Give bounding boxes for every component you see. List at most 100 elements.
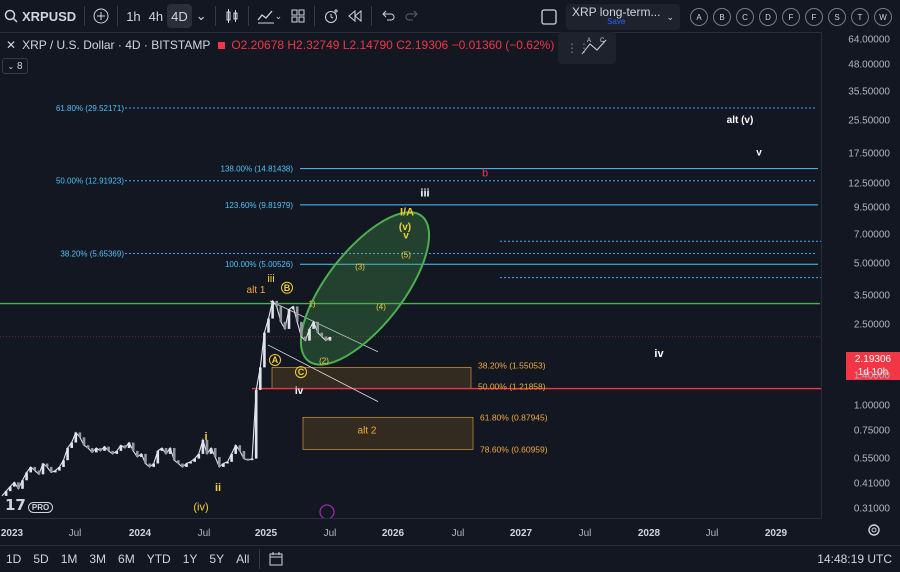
wave-label: ii xyxy=(215,482,221,494)
utc-clock[interactable]: 14:48:19 UTC xyxy=(817,552,892,566)
wave-label: v xyxy=(756,148,762,159)
templates-icon[interactable] xyxy=(286,4,310,28)
candle xyxy=(152,463,155,467)
time-tick: 2029 xyxy=(764,528,788,539)
indicators-icon[interactable]: ⌄ xyxy=(253,4,287,28)
chevron-down-icon[interactable]: ⌄ xyxy=(192,4,211,28)
fib-label: 61.80% (29.52171) xyxy=(56,104,124,113)
fib-label: 138.00% (14.81438) xyxy=(221,165,294,174)
add-symbol-icon[interactable] xyxy=(89,4,113,28)
range-button-3m[interactable]: 3M xyxy=(83,552,112,566)
candle xyxy=(300,321,303,337)
candle xyxy=(222,463,225,467)
letter-button-3[interactable]: D xyxy=(759,8,777,26)
wave-label: alt 2 xyxy=(358,426,377,437)
range-button-1d[interactable]: 1D xyxy=(0,552,27,566)
candle xyxy=(29,466,32,473)
wave-label: (iv) xyxy=(193,501,208,513)
candle xyxy=(21,480,24,489)
price-chart[interactable]: ⋮⋮ A C 61.80% (29.52171) 138.00% (14.8143… xyxy=(0,32,822,518)
letter-button-4[interactable]: F xyxy=(782,8,800,26)
tradingview-logo: 𝟭𝟳 PRO xyxy=(5,496,54,514)
candle xyxy=(86,445,90,449)
candle xyxy=(230,453,233,462)
interval-4h[interactable]: 4h xyxy=(145,4,167,28)
candle xyxy=(226,461,229,464)
interval-1h[interactable]: 1h xyxy=(122,4,144,28)
letter-button-7[interactable]: T xyxy=(851,8,869,26)
letter-button-6[interactable]: S xyxy=(828,8,846,26)
price-tick: 5.00000 xyxy=(853,258,890,270)
candle xyxy=(140,453,143,457)
divider xyxy=(371,6,373,26)
candle xyxy=(263,332,266,368)
top-toolbar: XRPUSD 1h 4h 4D ⌄ ⌄ XRP long-term... Sav… xyxy=(0,0,900,33)
time-tick: 2024 xyxy=(128,528,152,539)
time-tick: 2023 xyxy=(0,528,24,539)
time-tick: Jul xyxy=(705,528,719,539)
fib-label: 123.60% (9.81979) xyxy=(225,201,293,210)
candle xyxy=(41,463,45,475)
wave-label: A xyxy=(272,355,279,365)
layout-selector[interactable]: XRP long-term... Save ⌄ xyxy=(565,4,680,30)
letter-button-0[interactable]: A xyxy=(690,8,708,26)
range-button-1m[interactable]: 1M xyxy=(55,552,84,566)
bottom-toolbar: 1D 5D 1M 3M 6M YTD 1Y 5Y All 14:48:19 UTC xyxy=(0,545,900,572)
letter-button-2[interactable]: C xyxy=(736,8,754,26)
wave-label: (2) xyxy=(319,356,329,365)
price-tick: 64.00000 xyxy=(848,34,890,46)
range-button-6m[interactable]: 6M xyxy=(112,552,141,566)
interval-4d[interactable]: 4D xyxy=(167,4,192,28)
letter-button-8[interactable]: W xyxy=(874,8,892,26)
chevron-down-icon[interactable]: ⌄ xyxy=(666,12,674,23)
price-series-line xyxy=(1,299,331,497)
candle xyxy=(271,300,274,319)
range-button-1y[interactable]: 1Y xyxy=(177,552,204,566)
symbol-label[interactable]: XRPUSD xyxy=(22,9,76,24)
replay-icon[interactable] xyxy=(343,4,367,28)
candle xyxy=(316,321,319,333)
candle xyxy=(295,306,299,322)
letter-button-1[interactable]: B xyxy=(713,8,731,26)
candles-icon[interactable] xyxy=(220,4,244,28)
candle xyxy=(189,461,192,464)
layout-square-icon[interactable] xyxy=(536,5,562,29)
current-price: 2.19306 xyxy=(854,354,892,365)
pattern-a: A xyxy=(587,38,591,44)
range-button-5y[interactable]: 5Y xyxy=(203,552,230,566)
candle xyxy=(127,442,131,449)
letter-button-5[interactable]: F xyxy=(805,8,823,26)
settings-gear-icon[interactable] xyxy=(866,522,882,541)
candle xyxy=(33,466,37,471)
candle xyxy=(181,463,184,467)
time-tick: 2025 xyxy=(254,528,278,539)
wave-label: alt 1 xyxy=(247,285,266,296)
redo-icon[interactable] xyxy=(400,4,424,28)
candle xyxy=(62,460,65,467)
time-axis[interactable]: 2023 Jul 2024 Jul 2025 Jul 2026 Jul 2027 Jul 2028 J… xyxy=(0,518,822,543)
price-tick: 0.75000 xyxy=(853,425,890,437)
time-tick: Jul xyxy=(578,528,592,539)
undo-icon[interactable] xyxy=(376,4,400,28)
range-button-ytd[interactable]: YTD xyxy=(141,552,177,566)
layout-save-label[interactable]: Save xyxy=(572,17,660,27)
divider xyxy=(84,6,86,26)
candle xyxy=(148,463,151,467)
price-tick: 1.40000 xyxy=(853,370,890,382)
range-button-5d[interactable]: 5D xyxy=(27,552,54,566)
candle xyxy=(17,482,20,489)
candle xyxy=(259,367,262,390)
wave-label: iii xyxy=(267,273,274,285)
wave-label: (5) xyxy=(401,251,411,260)
search-icon[interactable]: XRPUSD xyxy=(0,4,80,28)
time-tick: Jul xyxy=(68,528,82,539)
calendar-icon[interactable] xyxy=(264,547,288,571)
candle xyxy=(111,450,114,454)
alert-icon[interactable] xyxy=(319,4,343,28)
candle xyxy=(238,445,242,451)
price-tick: 2.50000 xyxy=(853,319,890,331)
drawing-widget[interactable]: ⋮⋮ A C xyxy=(558,32,616,64)
candle xyxy=(320,332,324,337)
price-axis[interactable]: 2.19306 1d 10h 64.00000 48.00000 35.50000 2… xyxy=(821,32,900,518)
range-button-all[interactable]: All xyxy=(230,552,255,566)
